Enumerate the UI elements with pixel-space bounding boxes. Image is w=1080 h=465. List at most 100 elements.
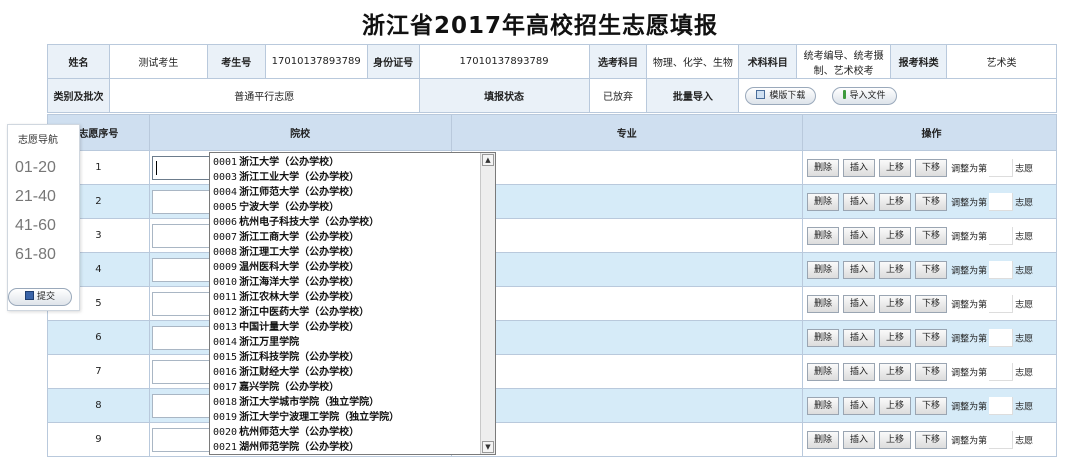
delete-button[interactable]: 删除 [807,430,840,449]
school-option[interactable]: 0020 杭州师范大学（公办学校） [213,425,481,440]
adjust-input[interactable] [989,396,1014,415]
insert-button[interactable]: 插入 [843,260,876,279]
school-input[interactable] [151,393,212,418]
school-option-code: 0017 [213,382,238,393]
school-option[interactable]: 0015 浙江科技学院（公办学校） [213,350,481,365]
move-up-button[interactable]: 上移 [879,396,912,415]
move-up-button[interactable]: 上移 [879,260,912,279]
adjust-input[interactable] [989,192,1014,211]
school-input[interactable] [151,325,212,350]
adjust-input[interactable] [989,328,1014,347]
move-up-button[interactable]: 上移 [879,192,912,211]
move-down-button[interactable]: 下移 [915,328,948,347]
move-down-button[interactable]: 下移 [915,362,948,381]
move-down-button[interactable]: 下移 [915,430,948,449]
school-option[interactable]: 0001 浙江大学（公办学校） [213,155,481,170]
school-option[interactable]: 0004 浙江师范大学（公办学校） [213,185,481,200]
move-down-button[interactable]: 下移 [915,294,948,313]
import-file-button[interactable]: 导入文件 [831,86,897,105]
school-option-name: 浙江财经大学（公办学校） [239,367,360,378]
adjust-input[interactable] [989,158,1014,177]
school-option[interactable]: 0006 杭州电子科技大学（公办学校） [213,215,481,230]
delete-button[interactable]: 删除 [807,396,840,415]
move-up-button[interactable]: 上移 [879,328,912,347]
nav-item-01-20[interactable]: 01-20 [8,153,79,182]
adjust-input[interactable] [989,430,1014,449]
nav-item-61-80[interactable]: 61-80 [8,240,79,269]
move-up-button[interactable]: 上移 [879,158,912,177]
delete-button[interactable]: 删除 [807,260,840,279]
school-option-code: 0016 [213,367,238,378]
school-option[interactable]: 0017 嘉兴学院（公办学校） [213,380,481,395]
move-down-button[interactable]: 下移 [915,192,948,211]
school-option[interactable]: 0019 浙江大学宁波理工学院（独立学院） [213,410,481,425]
insert-button[interactable]: 插入 [843,430,876,449]
insert-button[interactable]: 插入 [843,158,876,177]
nav-item-41-60[interactable]: 41-60 [8,211,79,240]
move-down-button[interactable]: 下移 [915,158,948,177]
school-option[interactable]: 0008 浙江理工大学（公办学校） [213,245,481,260]
delete-button[interactable]: 删除 [807,294,840,313]
school-dropdown[interactable]: 0001 浙江大学（公办学校） 0003 浙江工业大学（公办学校） 0004 浙江师范大学… [209,152,496,455]
school-option[interactable]: 0016 浙江财经大学（公办学校） [213,365,481,380]
template-download-icon [756,89,766,99]
delete-button[interactable]: 删除 [807,226,840,245]
school-input[interactable] [151,155,212,180]
insert-button[interactable]: 插入 [843,192,876,211]
delete-button[interactable]: 删除 [807,158,840,177]
move-down-button[interactable]: 下移 [915,226,948,245]
school-option-name: 宁波大学（公办学校） [239,202,340,213]
adjust-suffix: 志愿 [1015,334,1034,344]
school-option[interactable]: 0005 宁波大学（公办学校） [213,200,481,215]
move-up-button[interactable]: 上移 [879,294,912,313]
delete-button[interactable]: 删除 [807,192,840,211]
school-input[interactable] [151,427,212,452]
template-download-button[interactable]: 模版下载 [745,86,817,105]
school-option[interactable]: 0013 中国计量大学（公办学校） [213,320,481,335]
school-option[interactable]: 0018 浙江大学城市学院（独立学院） [213,395,481,410]
choice-row: 2 删除 插入 上移 下移 调整为第 志愿 [47,184,1057,219]
school-option-code: 0005 [213,202,238,213]
insert-button[interactable]: 插入 [843,328,876,347]
move-up-button[interactable]: 上移 [879,226,912,245]
school-option[interactable]: 0014 浙江万里学院 [213,335,481,350]
school-option[interactable]: 0003 浙江工业大学（公办学校） [213,170,481,185]
school-option[interactable]: 0011 浙江农林大学（公办学校） [213,290,481,305]
school-option[interactable]: 0010 浙江海洋大学（公办学校） [213,275,481,290]
delete-button[interactable]: 删除 [807,328,840,347]
school-input[interactable] [151,359,212,384]
insert-button[interactable]: 插入 [843,226,876,245]
adjust-input[interactable] [989,226,1014,245]
import-file-icon [842,89,846,99]
major-cell [450,150,803,185]
school-input[interactable] [151,257,212,282]
school-input[interactable] [151,291,212,316]
move-up-button[interactable]: 上移 [879,430,912,449]
move-down-button[interactable]: 下移 [915,396,948,415]
school-option[interactable]: 0009 温州医科大学（公办学校） [213,260,481,275]
dropdown-scrollbar[interactable]: ▲ ▼ [480,153,495,454]
scroll-down-icon[interactable]: ▼ [482,441,494,453]
ops-cell: 删除 插入 上移 下移 调整为第 志愿 [802,286,1057,321]
delete-button[interactable]: 删除 [807,362,840,381]
school-option-code: 0010 [213,277,238,288]
name-label: 姓名 [47,44,110,79]
school-option[interactable]: 0012 浙江中医药大学（公办学校） [213,305,481,320]
school-option[interactable]: 0007 浙江工商大学（公办学校） [213,230,481,245]
move-down-button[interactable]: 下移 [915,260,948,279]
school-option-code: 0013 [213,322,238,333]
insert-button[interactable]: 插入 [843,396,876,415]
insert-button[interactable]: 插入 [843,294,876,313]
school-input[interactable] [151,189,212,214]
move-up-button[interactable]: 上移 [879,362,912,381]
nav-item-21-40[interactable]: 21-40 [8,182,79,211]
adjust-input[interactable] [989,260,1014,279]
ops-cell: 删除 插入 上移 下移 调整为第 志愿 [802,218,1057,253]
scroll-up-icon[interactable]: ▲ [482,154,494,166]
school-input[interactable] [151,223,212,248]
school-option[interactable]: 0021 湖州师范学院（公办学校） [213,440,481,454]
adjust-input[interactable] [989,294,1014,313]
insert-button[interactable]: 插入 [843,362,876,381]
submit-button[interactable]: 提交 [8,288,72,306]
adjust-input[interactable] [989,362,1014,381]
